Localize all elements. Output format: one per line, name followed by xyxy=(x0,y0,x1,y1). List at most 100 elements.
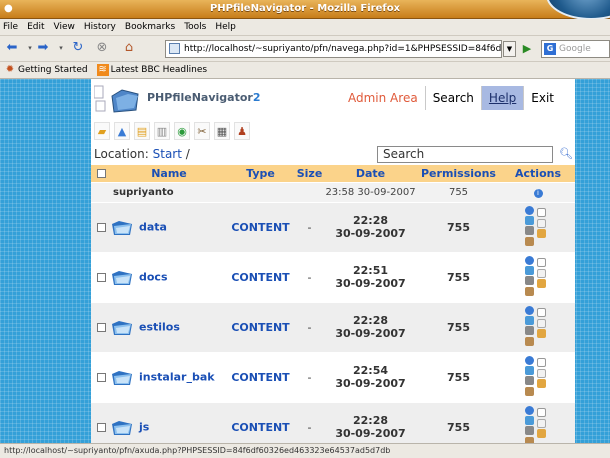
delete-icon[interactable] xyxy=(525,276,534,285)
upload-file-icon[interactable]: ▥ xyxy=(154,122,170,140)
lock-icon[interactable] xyxy=(537,279,546,288)
search-engine-box[interactable]: G Google xyxy=(541,40,610,58)
site-favicon-icon xyxy=(169,43,180,54)
url-bar[interactable]: http://localhost/~supriyanto/pfn/navega.… xyxy=(165,40,502,58)
lock-icon[interactable] xyxy=(537,379,546,388)
select-all-checkbox[interactable] xyxy=(96,169,106,179)
delete-icon[interactable] xyxy=(525,426,534,436)
forward-dropdown-icon[interactable]: ▾ xyxy=(53,40,69,56)
folder-icon[interactable] xyxy=(111,219,133,236)
new-document-icon[interactable] xyxy=(537,358,546,367)
search-input[interactable]: Search xyxy=(377,146,553,163)
copy-icon[interactable] xyxy=(525,266,534,275)
info-icon[interactable] xyxy=(525,206,534,215)
permissions-icon[interactable] xyxy=(525,337,534,346)
tools-icon[interactable]: ✂ xyxy=(194,122,210,140)
folder-link[interactable]: docs xyxy=(139,270,168,283)
go-icon[interactable]: ▶ xyxy=(520,41,534,57)
delete-icon[interactable] xyxy=(525,226,534,235)
help-link[interactable]: Help xyxy=(480,86,524,110)
bookmark-getting-started[interactable]: Getting Started xyxy=(18,65,88,75)
menu-file[interactable]: File xyxy=(3,22,18,32)
row-checkbox-cell xyxy=(91,351,111,402)
user-icon[interactable]: ♟ xyxy=(234,122,250,140)
open-folder-icon[interactable]: ▰ xyxy=(94,122,110,140)
row-checkbox[interactable] xyxy=(96,273,106,282)
column-header-date[interactable]: Date xyxy=(325,165,416,182)
folder-icon[interactable] xyxy=(111,319,133,336)
row-checkbox[interactable] xyxy=(96,423,106,433)
new-document-icon[interactable] xyxy=(537,208,546,217)
search-icon[interactable]: 🔍︎ xyxy=(559,148,573,160)
web-link-icon[interactable]: ◉ xyxy=(174,122,190,140)
menu-bookmarks[interactable]: Bookmarks xyxy=(125,22,175,32)
forward-icon[interactable]: ➡ xyxy=(35,40,51,56)
column-header-size[interactable]: Size xyxy=(294,165,325,182)
menu-history[interactable]: History xyxy=(84,22,116,32)
menu-view[interactable]: View xyxy=(54,22,75,32)
delete-icon[interactable] xyxy=(525,376,534,385)
permissions-icon[interactable] xyxy=(525,287,534,296)
app-logo[interactable]: PHPfileNavigator2 xyxy=(94,84,260,114)
stop-icon[interactable]: ⊗ xyxy=(94,40,110,56)
new-document-icon[interactable] xyxy=(537,308,546,317)
table-row: estilos CONTENT -22:28 30-09-2007 755 xyxy=(91,301,575,352)
folder-icon[interactable] xyxy=(111,419,133,436)
copy-icon[interactable] xyxy=(525,216,534,225)
info-icon[interactable] xyxy=(525,256,534,265)
google-icon[interactable]: G xyxy=(544,43,556,55)
new-folder-icon[interactable]: ▲ xyxy=(114,122,130,140)
rename-icon[interactable] xyxy=(537,319,546,328)
rename-icon[interactable] xyxy=(537,269,546,278)
delete-icon[interactable] xyxy=(525,326,534,335)
info-icon[interactable] xyxy=(525,356,534,365)
location-start-link[interactable]: Start xyxy=(153,147,182,161)
rename-icon[interactable] xyxy=(537,369,546,378)
row-checkbox[interactable] xyxy=(96,323,106,332)
menu-tools[interactable]: Tools xyxy=(184,22,206,32)
column-header-permissions[interactable]: Permissions xyxy=(416,165,501,182)
lock-icon[interactable] xyxy=(537,429,546,439)
file-table: Name Type Size Date Permissions Actions … xyxy=(91,165,575,443)
new-document-icon[interactable] xyxy=(537,258,546,267)
parent-folder-link[interactable]: supriyanto xyxy=(111,181,227,202)
folder-icon[interactable] xyxy=(111,369,133,386)
info-icon[interactable]: i xyxy=(533,188,543,198)
new-document-icon[interactable] xyxy=(537,408,546,418)
new-file-icon[interactable]: ▤ xyxy=(134,122,150,140)
permissions-icon[interactable] xyxy=(525,387,534,396)
page-viewport[interactable]: PHPfileNavigator2 Admin Area Search Help… xyxy=(0,79,610,443)
admin-area-link[interactable]: Admin Area xyxy=(341,86,425,110)
lock-icon[interactable] xyxy=(537,229,546,238)
back-icon[interactable]: ⬅ xyxy=(4,40,20,56)
row-checkbox[interactable] xyxy=(96,373,106,382)
folder-link[interactable]: js xyxy=(139,420,149,433)
permissions-icon[interactable] xyxy=(525,237,534,246)
bookmark-bbc-headlines[interactable]: Latest BBC Headlines xyxy=(111,65,207,75)
copy-icon[interactable] xyxy=(525,316,534,325)
info-icon[interactable] xyxy=(525,406,534,416)
search-link[interactable]: Search xyxy=(424,86,481,110)
home-icon[interactable]: ⌂ xyxy=(121,40,137,56)
column-header-name[interactable]: Name xyxy=(111,165,227,182)
url-history-dropdown[interactable]: ▼ xyxy=(503,41,516,57)
folder-icon[interactable] xyxy=(111,269,133,286)
rename-icon[interactable] xyxy=(537,419,546,429)
folder-link[interactable]: estilos xyxy=(139,320,180,333)
row-checkbox[interactable] xyxy=(96,223,106,232)
lock-icon[interactable] xyxy=(537,329,546,338)
menu-help[interactable]: Help xyxy=(215,22,236,32)
rename-icon[interactable] xyxy=(537,219,546,228)
copy-icon[interactable] xyxy=(525,416,534,426)
folder-link[interactable]: data xyxy=(139,220,167,233)
reload-icon[interactable]: ↻ xyxy=(70,40,86,56)
copy-icon[interactable] xyxy=(525,366,534,375)
folder-link[interactable]: instalar_bak xyxy=(139,370,215,383)
row-actions xyxy=(525,256,551,298)
menu-edit[interactable]: Edit xyxy=(27,22,44,32)
info-icon[interactable] xyxy=(525,306,534,315)
window-titlebar[interactable]: ● PHPfileNavigator - Mozilla Firefox xyxy=(0,0,610,19)
settings-icon[interactable]: ▦ xyxy=(214,122,230,140)
column-header-type[interactable]: Type xyxy=(227,165,294,182)
exit-link[interactable]: Exit xyxy=(523,86,561,110)
